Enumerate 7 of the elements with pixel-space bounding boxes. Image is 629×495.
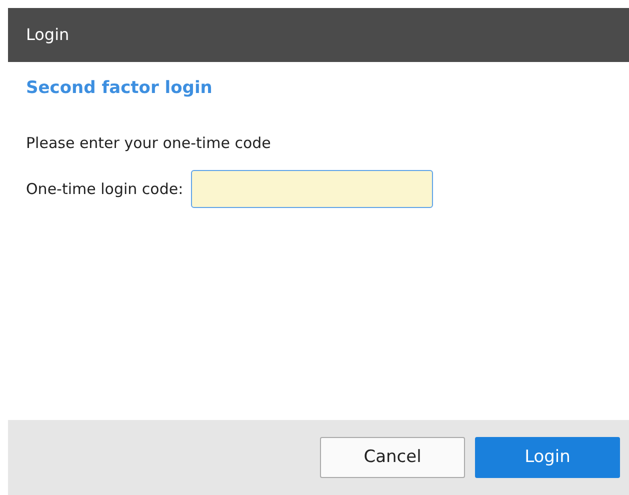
code-field[interactable] [191, 170, 434, 208]
field-label: One-time login code: [26, 178, 184, 200]
window-title: Login [26, 24, 70, 46]
instruction-text: Please enter your one-time code [26, 132, 272, 154]
login-button[interactable]: Login [475, 437, 620, 478]
heading: Second factor login [26, 77, 214, 100]
cancel-button[interactable]: Cancel [320, 437, 465, 478]
